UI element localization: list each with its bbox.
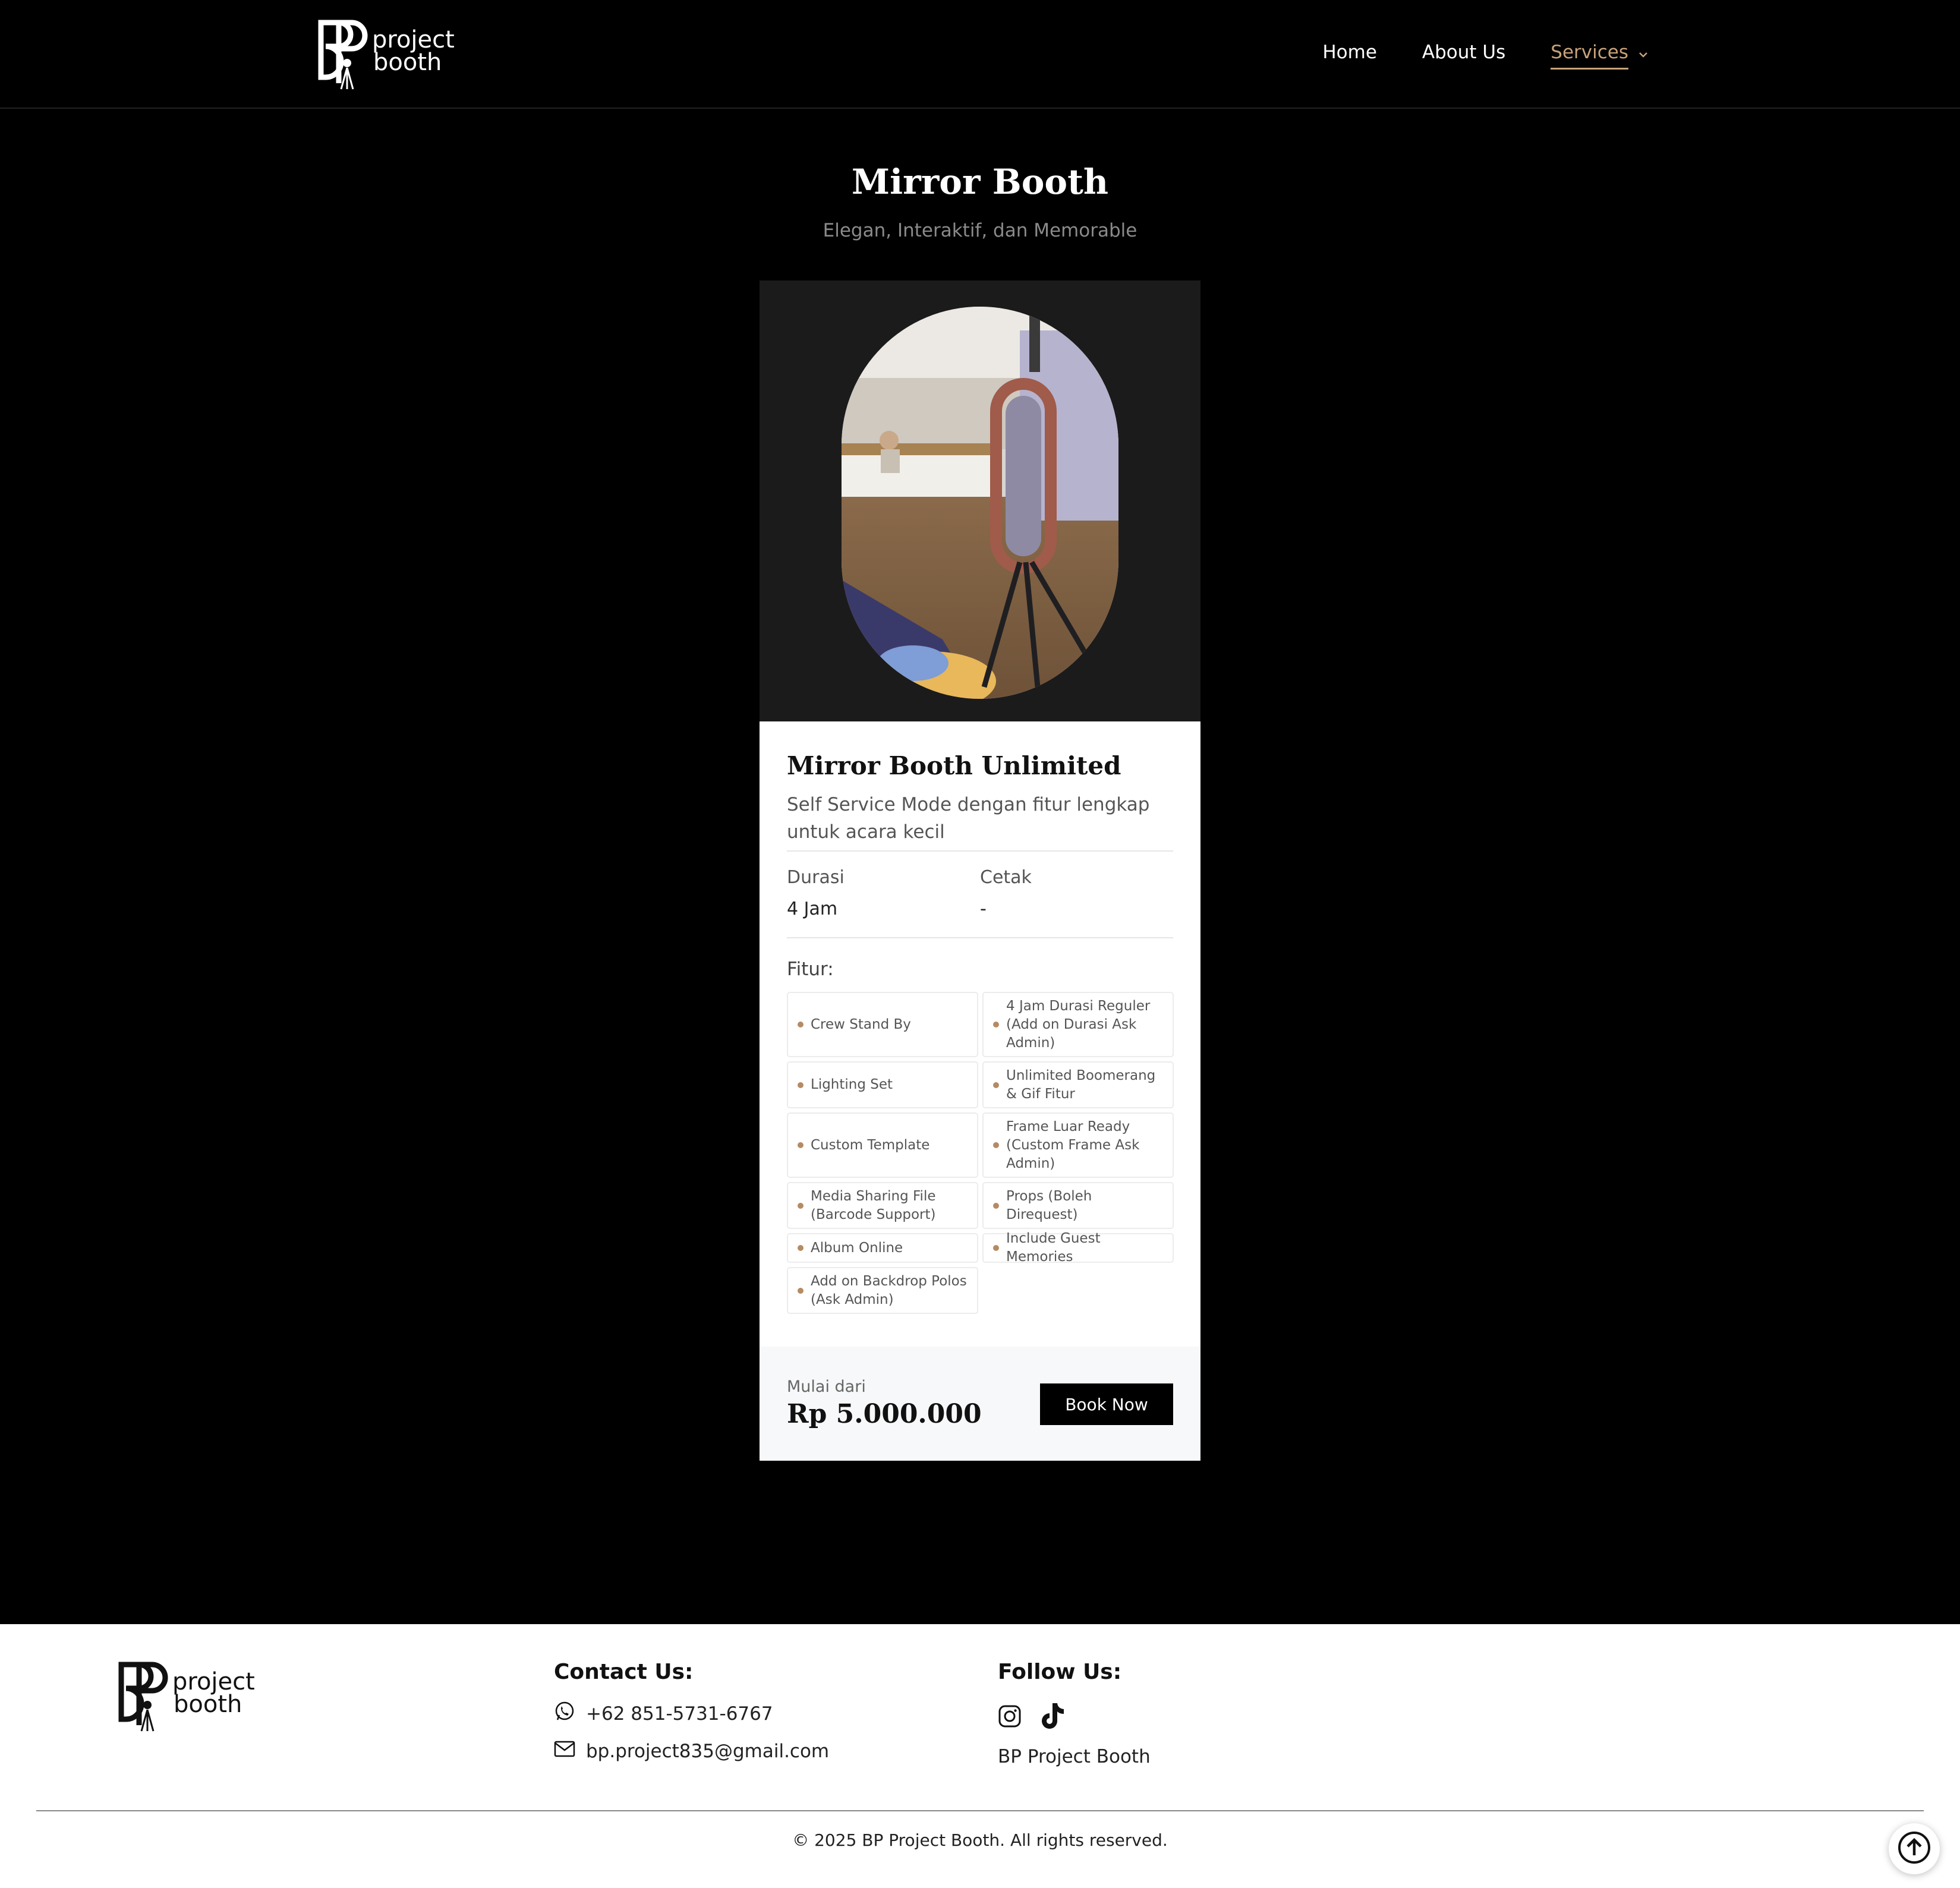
feature-text: Album Online — [811, 1240, 903, 1256]
feature-item: Frame Luar Ready (Custom Frame Ask Admin… — [982, 1112, 1174, 1178]
whatsapp-icon — [554, 1701, 575, 1727]
feature-item: Media Sharing File (Barcode Support) — [787, 1182, 978, 1229]
mirror-booth-photo — [842, 307, 1118, 699]
email-address: bp.project835@gmail.com — [586, 1741, 830, 1762]
brand-logo[interactable]: project booth — [308, 18, 455, 90]
feature-text: Unlimited Boomerang & Gif Fitur — [1006, 1067, 1156, 1102]
nav-services-label: Services — [1551, 42, 1628, 70]
feature-text: Frame Luar Ready (Custom Frame Ask Admin… — [1006, 1118, 1140, 1171]
footer-logo[interactable]: project booth — [108, 1660, 255, 1732]
instagram-icon[interactable] — [998, 1704, 1022, 1731]
mail-icon — [554, 1740, 575, 1763]
social-links — [998, 1702, 1151, 1733]
contact-section: Contact Us: +62 851-5731-6767 bp.project… — [554, 1660, 829, 1763]
back-to-top-button[interactable] — [1889, 1823, 1940, 1874]
logo-text-project: project — [372, 26, 455, 53]
bullet-dot-icon — [993, 1245, 999, 1251]
nav-about-us[interactable]: About Us — [1422, 42, 1505, 63]
nav-about-label: About Us — [1422, 42, 1506, 63]
page-title: Mirror Booth — [851, 162, 1109, 202]
duration-value: 4 Jam — [787, 899, 838, 919]
logo-mark-icon — [108, 1660, 170, 1732]
price-label: Mulai dari — [787, 1378, 866, 1396]
feature-item: Album Online — [787, 1233, 978, 1263]
package-meta: Durasi 4 Jam Cetak - — [787, 852, 1173, 938]
chevron-down-icon — [1638, 42, 1649, 63]
feature-item: Lighting Set — [787, 1061, 978, 1108]
bullet-dot-icon — [798, 1082, 803, 1088]
nav-services[interactable]: Services — [1551, 42, 1649, 70]
page-subtitle: Elegan, Interaktif, dan Memorable — [823, 220, 1137, 241]
contact-heading: Contact Us: — [554, 1660, 694, 1684]
bullet-dot-icon — [798, 1202, 803, 1209]
social-name: BP Project Booth — [998, 1746, 1151, 1767]
print-value: - — [980, 899, 987, 919]
nav-home[interactable]: Home — [1322, 42, 1377, 63]
logo-text-booth: booth — [373, 49, 442, 76]
tiktok-icon[interactable] — [1039, 1702, 1066, 1733]
feature-text: Lighting Set — [811, 1077, 893, 1092]
phone-number: +62 851-5731-6767 — [586, 1703, 773, 1725]
logo-text-project: project — [172, 1668, 255, 1695]
package-title: Mirror Booth Unlimited — [787, 751, 1121, 780]
site-header: project booth Home About Us Services — [0, 0, 1960, 109]
bullet-dot-icon — [798, 1245, 803, 1251]
bullet-dot-icon — [993, 1202, 999, 1209]
feature-text: Props (Boleh Direquest) — [1006, 1188, 1092, 1222]
print-block: Cetak - — [980, 867, 1173, 919]
book-now-button[interactable]: Book Now — [1040, 1383, 1173, 1425]
price-bar: Mulai dari Rp 5.000.000 Book Now — [760, 1347, 1200, 1461]
feature-item: 4 Jam Durasi Reguler (Add on Durasi Ask … — [982, 992, 1174, 1057]
follow-heading: Follow Us: — [998, 1660, 1122, 1684]
feature-item: Include Guest Memories — [982, 1231, 1174, 1265]
bullet-dot-icon — [798, 1142, 803, 1148]
copyright-text: © 2025 BP Project Booth. All rights rese… — [792, 1830, 1168, 1850]
package-description: Self Service Mode dengan fitur lengkap u… — [787, 791, 1173, 852]
duration-label: Durasi — [787, 867, 844, 888]
feature-text: Crew Stand By — [811, 1016, 911, 1032]
features-label: Fitur: — [787, 959, 834, 980]
follow-section: Follow Us: BP Project Booth — [998, 1660, 1151, 1767]
feature-item: Custom Template — [787, 1112, 978, 1178]
phone-link[interactable]: +62 851-5731-6767 — [554, 1701, 829, 1727]
package-image — [760, 280, 1200, 721]
bullet-dot-icon — [993, 1082, 999, 1088]
site-footer: project booth Contact Us: +62 851-5731-6… — [0, 1624, 1960, 1888]
feature-item: Add on Backdrop Polos (Ask Admin) — [787, 1267, 978, 1314]
feature-text: Add on Backdrop Polos (Ask Admin) — [811, 1273, 967, 1307]
price-value: Rp 5.000.000 — [787, 1399, 982, 1429]
bullet-dot-icon — [993, 1022, 999, 1027]
feature-text: Include Guest Memories — [1006, 1231, 1101, 1265]
feature-item: Unlimited Boomerang & Gif Fitur — [982, 1061, 1174, 1108]
logo-text-booth: booth — [174, 1691, 242, 1718]
feature-item: Crew Stand By — [787, 992, 978, 1057]
email-link[interactable]: bp.project835@gmail.com — [554, 1740, 829, 1763]
print-label: Cetak — [980, 867, 1032, 888]
feature-text: 4 Jam Durasi Reguler (Add on Durasi Ask … — [1006, 998, 1151, 1051]
main-nav: Home About Us Services — [1322, 42, 1649, 70]
feature-item: Props (Boleh Direquest) — [982, 1182, 1174, 1229]
feature-text: Custom Template — [811, 1137, 930, 1153]
arrow-up-circle-icon — [1897, 1830, 1931, 1867]
feature-text: Media Sharing File (Barcode Support) — [811, 1188, 936, 1222]
bullet-dot-icon — [798, 1287, 803, 1294]
logo-mark-icon — [308, 18, 370, 90]
package-card: Mirror Booth Unlimited Self Service Mode… — [760, 280, 1200, 1461]
bullet-dot-icon — [798, 1022, 803, 1027]
footer-divider — [36, 1810, 1924, 1811]
feature-list: Crew Stand By 4 Jam Durasi Reguler (Add … — [787, 992, 1174, 1314]
nav-home-label: Home — [1322, 42, 1377, 63]
duration-block: Durasi 4 Jam — [787, 867, 980, 919]
bullet-dot-icon — [993, 1142, 999, 1148]
